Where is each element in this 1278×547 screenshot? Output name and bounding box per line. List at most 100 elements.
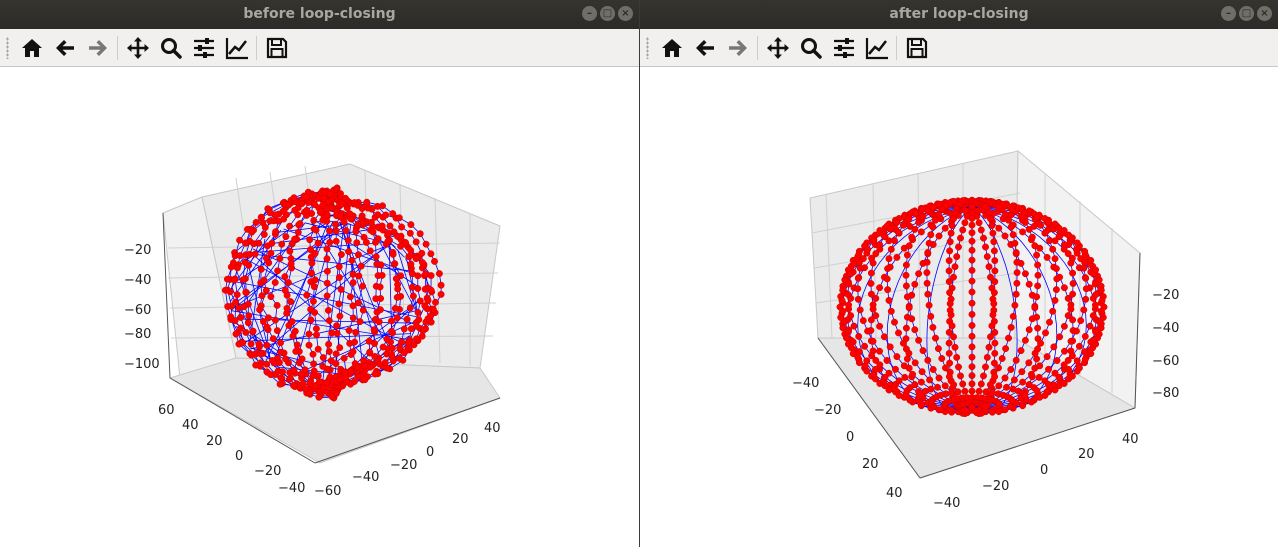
trajectory-point <box>237 324 245 332</box>
trajectory-point <box>286 374 294 382</box>
trajectory-point <box>968 256 976 264</box>
trajectory-point <box>843 334 850 342</box>
trajectory-point <box>323 365 331 373</box>
trajectory-point <box>437 281 445 289</box>
toolbar-grip[interactable] <box>6 36 9 59</box>
trajectory-point <box>855 348 863 356</box>
trajectory-point <box>1025 326 1033 334</box>
edit-axis-button[interactable] <box>860 33 893 63</box>
plot-canvas-after[interactable]: −40 −20 0 20 40 −40 −20 0 20 40 −20 −40 … <box>640 68 1278 547</box>
plot-canvas-before[interactable]: −20 −40 −60 −80 −100 60 40 20 0 −20 −40 … <box>0 68 639 547</box>
trajectory-point <box>352 228 360 236</box>
trajectory-point <box>260 276 268 284</box>
trajectory-point <box>989 229 997 237</box>
trajectory-point <box>985 209 993 217</box>
configure-subplots-button[interactable] <box>187 33 220 63</box>
trajectory-point <box>988 408 996 416</box>
forward-button[interactable] <box>81 33 114 63</box>
trajectory-point <box>356 318 364 326</box>
trajectory-point <box>977 226 985 234</box>
trajectory-point <box>1049 307 1057 315</box>
trajectory-point <box>371 370 379 378</box>
trajectory-point <box>315 378 323 386</box>
back-button[interactable] <box>688 33 721 63</box>
trajectory-point <box>884 265 892 273</box>
trajectory-point <box>347 368 355 376</box>
title-bar[interactable]: before loop-closing – □ × <box>0 0 639 29</box>
trajectory-point <box>416 230 424 238</box>
trajectory-point <box>1002 210 1010 218</box>
maximize-icon[interactable]: □ <box>1239 6 1254 21</box>
forward-button[interactable] <box>721 33 754 63</box>
trajectory-point <box>1087 338 1095 346</box>
trajectory-point <box>938 355 946 362</box>
zoom-button[interactable] <box>794 33 827 63</box>
edit-axis-button[interactable] <box>220 33 253 63</box>
trajectory-point <box>1003 383 1010 391</box>
trajectory-point <box>290 194 298 202</box>
y-tick-label: −20 <box>982 479 1009 494</box>
home-button[interactable] <box>15 33 48 63</box>
trajectory-point <box>232 298 240 306</box>
trajectory-point <box>925 239 933 247</box>
home-button[interactable] <box>655 33 688 63</box>
trajectory-point <box>927 231 935 239</box>
trajectory-point <box>292 347 300 355</box>
trajectory-point <box>1067 301 1075 309</box>
pan-button[interactable] <box>121 33 154 63</box>
trajectory-point <box>236 252 244 260</box>
trajectory-point <box>968 277 976 285</box>
trajectory-point <box>988 222 996 230</box>
trajectory-point <box>918 368 926 376</box>
trajectory-point <box>901 373 909 381</box>
trajectory-point <box>929 323 937 331</box>
trajectory-point <box>855 332 863 340</box>
trajectory-point <box>884 286 892 294</box>
minimize-icon[interactable]: – <box>582 6 597 21</box>
trajectory-point <box>302 193 310 201</box>
trajectory-point <box>995 408 1003 416</box>
trajectory-point <box>319 216 327 224</box>
pan-move-icon <box>766 36 789 59</box>
trajectory-point <box>332 360 340 368</box>
back-button[interactable] <box>48 33 81 63</box>
zoom-button[interactable] <box>154 33 187 63</box>
trajectory-point <box>237 314 245 321</box>
save-button[interactable] <box>260 33 293 63</box>
maximize-icon[interactable]: □ <box>600 6 615 21</box>
toolbar-grip[interactable] <box>646 36 649 59</box>
trajectory-point <box>323 279 331 287</box>
trajectory-point <box>274 267 282 275</box>
configure-subplots-button[interactable] <box>827 33 860 63</box>
pan-button[interactable] <box>761 33 794 63</box>
trajectory-point <box>286 222 294 230</box>
trajectory-point <box>378 271 386 279</box>
z-tick-label: −40 <box>124 273 151 288</box>
trajectory-point <box>1073 357 1081 365</box>
trajectory-point <box>341 369 349 377</box>
back-arrow-icon <box>695 39 714 56</box>
minimize-icon[interactable]: – <box>1221 6 1236 21</box>
trajectory-point <box>968 246 976 254</box>
trajectory-point <box>376 360 383 368</box>
trajectory-point <box>982 388 990 396</box>
back-arrow-icon <box>55 39 74 56</box>
trajectory-point <box>313 331 320 339</box>
trajectory-point <box>366 348 374 356</box>
trajectory-point <box>1051 255 1059 263</box>
trajectory-point <box>420 326 428 334</box>
trajectory-point <box>279 207 287 215</box>
close-icon[interactable]: × <box>618 6 633 21</box>
trajectory-point <box>839 324 847 332</box>
save-button[interactable] <box>900 33 933 63</box>
trajectory-point <box>242 239 249 247</box>
close-icon[interactable]: × <box>1257 6 1272 21</box>
trajectory-point <box>406 304 414 312</box>
trajectory-point <box>290 366 298 374</box>
title-bar[interactable]: after loop-closing – □ × <box>640 0 1278 29</box>
trajectory-point <box>393 314 401 322</box>
trajectory-point <box>876 241 884 249</box>
trajectory-point <box>226 288 234 296</box>
trajectory-point <box>869 301 877 309</box>
trajectory-point <box>911 381 919 389</box>
